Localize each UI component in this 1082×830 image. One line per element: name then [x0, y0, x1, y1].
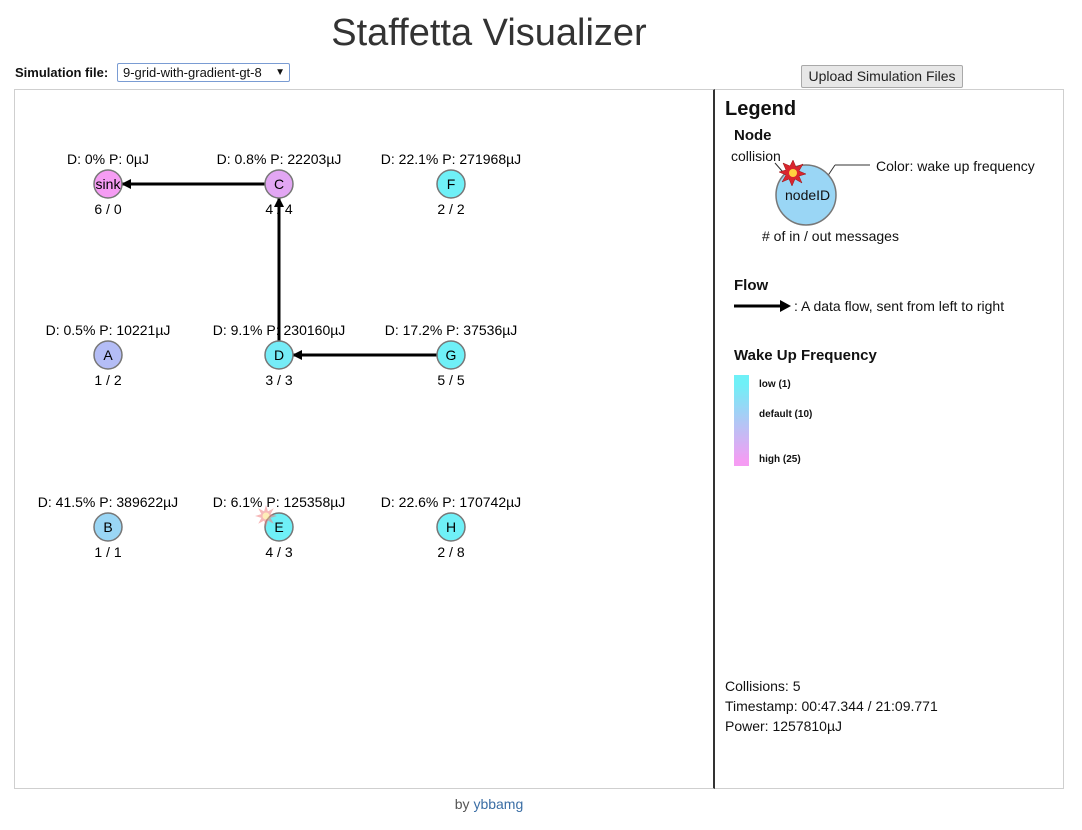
footer-by: by: [454, 796, 470, 812]
node-id-label: G: [446, 347, 457, 363]
upload-simulation-button[interactable]: Upload Simulation Files: [801, 65, 963, 88]
wake-high-label: high (25): [759, 454, 801, 465]
simulation-file-select[interactable]: 9-grid-with-gradient-gt-8 ▼: [117, 63, 290, 82]
simulation-file-label: Simulation file:: [15, 65, 109, 80]
node-id-label: D: [274, 347, 284, 363]
collision-icon: [255, 505, 277, 527]
node-stats-label: D: 17.2% P: 37536µJ: [385, 322, 518, 338]
legend-flow-arrow-icon: [734, 300, 791, 312]
node-id-label: sink: [96, 176, 122, 192]
node-stats-label: D: 22.1% P: 271968µJ: [381, 151, 521, 167]
legend-flow-description: : A data flow, sent from left to right: [794, 298, 1005, 314]
network-graph: D: 0% P: 0µJ sink 6 / 0 D: 0.8% P: 22203µJ C…: [38, 151, 521, 560]
node-stats-label: D: 6.1% P: 125358µJ: [213, 494, 346, 510]
network-canvas: D: 0% P: 0µJ sink 6 / 0 D: 0.8% P: 22203µJ C…: [14, 89, 715, 789]
wake-frequency-gradient: [734, 375, 749, 466]
node-H[interactable]: D: 22.6% P: 170742µJ H 2 / 8: [381, 494, 521, 560]
node-stats-label: D: 22.6% P: 170742µJ: [381, 494, 521, 510]
node-A[interactable]: D: 0.5% P: 10221µJ A 1 / 2: [46, 322, 171, 388]
node-messages-label: 1 / 1: [94, 544, 121, 560]
author-link[interactable]: ybbamg: [473, 796, 523, 812]
node-stats-label: D: 41.5% P: 389622µJ: [38, 494, 178, 510]
node-stats-label: D: 9.1% P: 230160µJ: [213, 322, 346, 338]
legend-wake-heading: Wake Up Frequency: [734, 347, 877, 364]
node-stats-label: D: 0.5% P: 10221µJ: [46, 322, 171, 338]
legend-node-diagram: [774, 159, 870, 226]
power-readout: Power: 1257810µJ: [725, 718, 843, 734]
node-id-label: A: [103, 347, 113, 363]
legend-title: Legend: [725, 98, 797, 120]
node-stats-label: D: 0.8% P: 22203µJ: [217, 151, 342, 167]
node-id-label: C: [274, 176, 284, 192]
timestamp-readout: Timestamp: 00:47.344 / 21:09.771: [725, 698, 938, 714]
wake-low-label: low (1): [759, 379, 791, 390]
collision-icon-core: [789, 169, 797, 177]
collisions-count: Collisions: 5: [725, 678, 801, 694]
node-E[interactable]: D: 6.1% P: 125358µJ E 4 / 3: [213, 494, 346, 560]
legend-node-heading: Node: [734, 127, 772, 144]
legend-panel: Legend Node collision Color: wake up fre…: [715, 89, 1064, 789]
node-messages-label: 2 / 8: [437, 544, 464, 560]
footer: by ybbamg: [0, 796, 978, 812]
simulation-file-value: 9-grid-with-gradient-gt-8: [123, 65, 262, 80]
node-messages-label: 4 / 3: [265, 544, 292, 560]
wake-default-label: default (10): [759, 409, 813, 420]
dropdown-arrow-icon: ▼: [275, 67, 285, 78]
node-id-label: B: [103, 519, 112, 535]
legend-flow-heading: Flow: [734, 277, 769, 294]
legend-node-id-label: nodeID: [785, 187, 831, 203]
node-messages-label: 6 / 0: [94, 201, 121, 217]
page-title: Staffetta Visualizer: [331, 12, 647, 54]
legend-messages-label: # of in / out messages: [762, 228, 899, 244]
node-id-label: E: [274, 519, 283, 535]
node-id-label: H: [446, 519, 456, 535]
node-F[interactable]: D: 22.1% P: 271968µJ F 2 / 2: [381, 151, 521, 217]
node-messages-label: 5 / 5: [437, 372, 464, 388]
node-stats-label: D: 0% P: 0µJ: [67, 151, 149, 167]
node-messages-label: 3 / 3: [265, 372, 292, 388]
node-messages-label: 4 / 4: [265, 201, 292, 217]
node-messages-label: 1 / 2: [94, 372, 121, 388]
node-id-label: F: [447, 176, 456, 192]
node-messages-label: 2 / 2: [437, 201, 464, 217]
node-B[interactable]: D: 41.5% P: 389622µJ B 1 / 1: [38, 494, 178, 560]
